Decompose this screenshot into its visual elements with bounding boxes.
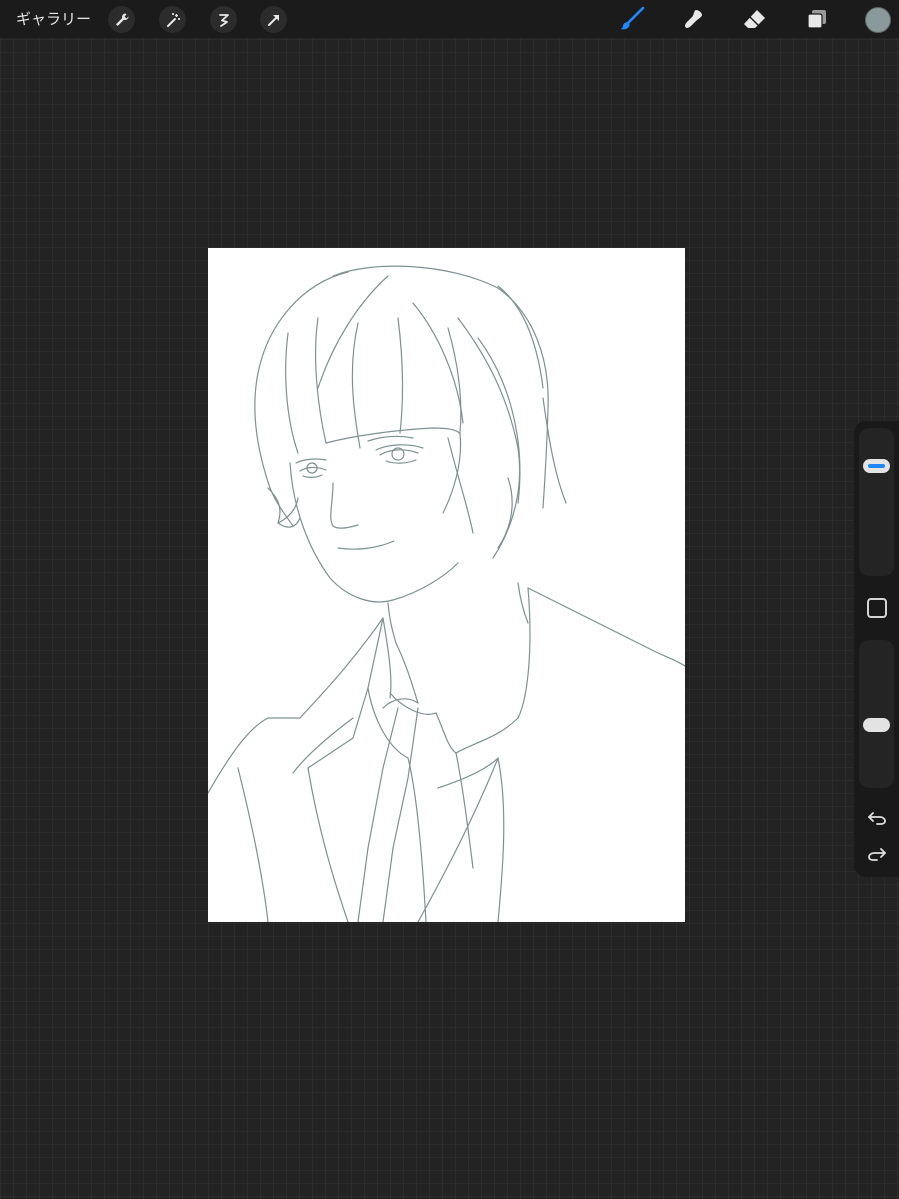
opacity-slider[interactable] <box>859 640 894 788</box>
opacity-thumb[interactable] <box>863 718 890 732</box>
color-button[interactable] <box>865 7 891 33</box>
brush-size-thumb[interactable] <box>863 459 890 473</box>
brush-sidebar <box>854 421 899 877</box>
smudge-button[interactable] <box>679 5 709 33</box>
redo-icon <box>868 848 886 861</box>
selection-icon <box>218 13 229 27</box>
brush-button[interactable] <box>617 5 647 33</box>
modify-button[interactable] <box>867 598 887 618</box>
brush-icon <box>620 6 645 30</box>
gallery-button[interactable]: ギャラリー <box>16 9 91 29</box>
brush-size-slider[interactable] <box>859 428 894 576</box>
undo-icon <box>868 812 886 825</box>
selection-button[interactable] <box>210 6 237 33</box>
top-toolbar: ギャラリー <box>0 0 899 38</box>
redo-button[interactable] <box>866 842 888 864</box>
adjustments-button[interactable] <box>159 6 186 33</box>
transform-button[interactable] <box>260 6 287 33</box>
magic-wand-icon <box>166 12 180 27</box>
line-art-drawing <box>208 265 685 922</box>
smudge-icon <box>685 10 702 28</box>
eraser-icon <box>744 10 765 28</box>
arrow-cursor-icon <box>267 14 279 26</box>
layers-button[interactable] <box>802 5 832 33</box>
wrench-icon <box>115 13 128 26</box>
active-indicator <box>868 464 885 468</box>
undo-button[interactable] <box>866 806 888 828</box>
eraser-button[interactable] <box>740 5 770 33</box>
drawing-canvas[interactable] <box>208 248 685 922</box>
actions-button[interactable] <box>108 6 135 33</box>
layers-icon <box>807 10 826 29</box>
